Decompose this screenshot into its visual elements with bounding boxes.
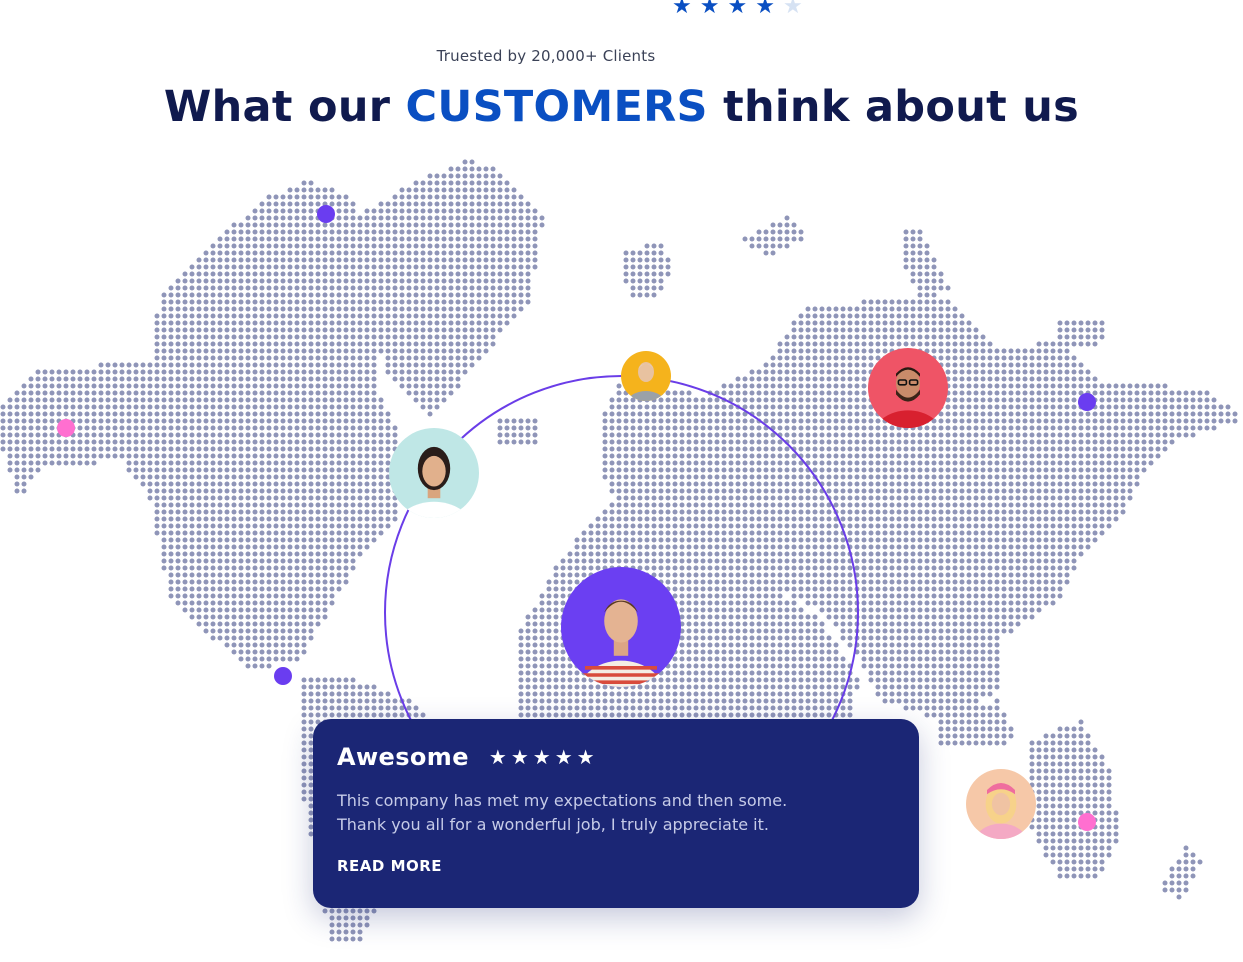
trust-line: Truested by 20,000+ Clients: [436, 47, 656, 65]
location-dot-purple: [274, 667, 292, 685]
location-dot-pink: [57, 419, 75, 437]
location-dot-purple: [1078, 393, 1096, 411]
person-icon: [389, 428, 479, 518]
customer-avatar-woman-teal[interactable]: [389, 428, 479, 518]
review-text-line: This company has met my expectations and…: [337, 791, 788, 810]
person-icon: [621, 351, 671, 401]
review-rating-stars: ★ ★ ★ ★ ★: [489, 745, 595, 769]
customer-avatar-older-man-yellow[interactable]: [621, 351, 671, 401]
customer-avatar-woman-pink[interactable]: [966, 769, 1036, 839]
review-text: This company has met my expectations and…: [337, 789, 895, 837]
headline-after: think about us: [723, 82, 1080, 132]
star-icon: ★: [672, 0, 692, 19]
star-icon: ★: [755, 0, 775, 19]
customer-avatar-man-red[interactable]: [868, 348, 948, 428]
review-text-line: Thank you all for a wonderful job, I tru…: [337, 815, 769, 834]
read-more-link[interactable]: READ MORE: [337, 857, 442, 875]
location-dot-pink: [1078, 813, 1096, 831]
location-dot-purple: [317, 205, 335, 223]
section-headline: What our CUSTOMERS think about us: [0, 82, 1243, 132]
headline-highlight: CUSTOMERS: [405, 82, 708, 132]
star-icon: ★: [782, 0, 803, 19]
star-icon: ★: [510, 745, 529, 769]
review-header: Awesome ★ ★ ★ ★ ★: [337, 743, 895, 771]
person-icon: [966, 769, 1036, 839]
star-icon: ★: [727, 0, 748, 19]
headline-before: What our: [163, 82, 391, 132]
person-icon: [561, 567, 681, 687]
customer-avatar-man-purple-featured[interactable]: [561, 567, 681, 687]
review-card: Awesome ★ ★ ★ ★ ★ This company has met m…: [313, 719, 919, 908]
star-icon: ★: [554, 745, 573, 769]
star-icon: ★: [488, 745, 507, 769]
top-rating-stars: ★ ★ ★ ★ ★: [672, 0, 803, 18]
review-title: Awesome: [337, 743, 469, 771]
star-icon: ★: [532, 745, 551, 769]
star-icon: ★: [576, 745, 595, 769]
person-icon: [868, 348, 948, 428]
star-icon: ★: [699, 0, 720, 19]
